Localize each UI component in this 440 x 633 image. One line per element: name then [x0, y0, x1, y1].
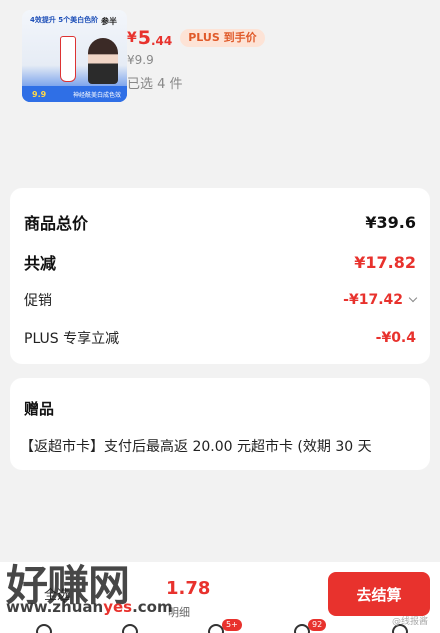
thumbnail-badge: 4效提升 5个美白色阶 [30, 16, 99, 24]
home-icon[interactable] [36, 624, 52, 633]
selected-count: 已选 4 件 [127, 77, 183, 92]
discover-icon[interactable] [122, 624, 138, 633]
original-price: ¥9.9 [127, 53, 154, 67]
product-item[interactable]: 4效提升 5个美白色阶 参半 9.9 神经酰美白成色效 ¥ 5 .44 PLUS… [0, 0, 440, 112]
price-summary-card: 商品总价 ¥39.6 共减 ¥17.82 促销 -¥17.42 PLUS 专享立… [10, 188, 430, 364]
thumbnail-promo-price: 9.9 [32, 90, 47, 99]
gift-card: 赠品 【返超市卡】支付后最高返 20.00 元超市卡 (效期 30 天 [10, 378, 430, 470]
plus-discount-row: PLUS 专享立减 -¥0.4 [24, 328, 416, 348]
cart-badge: 92 [308, 619, 327, 631]
price-integer: 5 [137, 27, 151, 49]
weibo-watermark: @线报酱 [391, 617, 428, 627]
total-price-value: ¥39.6 [365, 212, 416, 232]
plus-discount-label: PLUS 专享立减 [24, 331, 120, 347]
price-row: ¥ 5 .44 PLUS 到手价 [127, 26, 265, 50]
gift-title: 赠品 [24, 400, 55, 418]
discount-value: ¥17.82 [354, 252, 416, 272]
watermark-url: www.zhuanyes.com [6, 598, 173, 616]
price-decimal: .44 [150, 34, 173, 48]
total-price-label: 商品总价 [24, 214, 89, 233]
product-thumbnail[interactable]: 4效提升 5个美白色阶 参半 9.9 神经酰美白成色效 [22, 10, 127, 102]
messages-badge: 5+ [222, 619, 242, 631]
plus-discount-value: -¥0.4 [375, 330, 416, 346]
model-image [88, 38, 118, 84]
total-price-row: 商品总价 ¥39.6 [24, 210, 416, 234]
thumbnail-promo-text: 神经酰美白成色效 [72, 92, 121, 99]
promo-row[interactable]: 促销 -¥17.42 [24, 290, 418, 310]
discount-label: 共减 [24, 254, 57, 273]
watermark-url-yes: yes [103, 598, 133, 616]
checkout-total: 1.78 [166, 578, 211, 599]
bottom-nav: 5+ 92 [0, 619, 440, 633]
promo-value: -¥17.42 [343, 292, 403, 308]
promo-label: 促销 [24, 293, 52, 309]
plus-price-badge: PLUS 到手价 [180, 29, 265, 47]
watermark-url-suffix: .com [132, 598, 173, 616]
thumbnail-brand: 参半 [101, 17, 117, 26]
watermark-url-prefix: www.zhuan [6, 598, 104, 616]
gift-description: 【返超市卡】支付后最高返 20.00 元超市卡 (效期 30 天 [20, 439, 372, 455]
promo-value-wrap[interactable]: -¥17.42 [343, 292, 418, 308]
discount-row: 共减 ¥17.82 [24, 250, 416, 274]
checkout-button[interactable]: 去结算 [328, 572, 430, 616]
price-currency: ¥ [127, 30, 137, 46]
toothpaste-image [60, 36, 76, 82]
chevron-down-icon[interactable] [408, 293, 418, 303]
